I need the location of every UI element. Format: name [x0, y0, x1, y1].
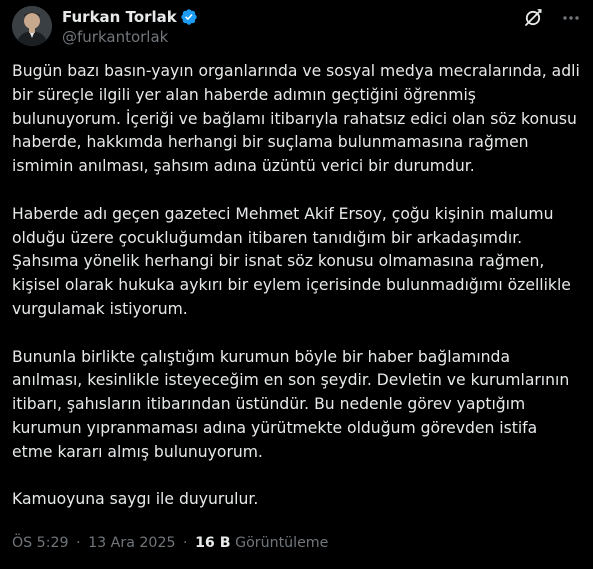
meta-separator: · — [76, 535, 81, 551]
views-label: Görüntüleme — [235, 535, 329, 551]
tweet-paragraph: Haberde adı geçen gazeteci Mehmet Akif E… — [12, 204, 571, 318]
tweet-time[interactable]: ÖS 5:29 — [12, 535, 69, 551]
more-options-icon[interactable] — [561, 8, 581, 28]
avatar[interactable] — [12, 6, 52, 46]
views-count[interactable]: 16 B — [195, 535, 231, 551]
tweet-meta: ÖS 5:29 · 13 Ara 2025 · 16 B Görüntüleme — [12, 535, 328, 551]
tweet-date[interactable]: 13 Ara 2025 — [88, 535, 175, 551]
display-name[interactable]: Furkan Torlak — [62, 8, 177, 26]
tweet-paragraph: Bununla birlikte çalıştığım kurumun böyl… — [12, 347, 570, 461]
verified-badge-icon[interactable] — [180, 8, 198, 26]
tweet-paragraph: Kamuoyuna saygı ile duyurulur. — [12, 490, 259, 509]
tweet-text: Bugün bazı basın-yayın organlarında ve s… — [12, 60, 582, 536]
meta-separator: · — [183, 535, 188, 551]
name-row: Furkan Torlak — [62, 7, 198, 27]
avatar-photo — [12, 6, 52, 46]
grok-icon[interactable] — [523, 8, 543, 28]
user-handle[interactable]: @furkantorlak — [62, 28, 198, 46]
tweet-header: Furkan Torlak @furkantorlak — [12, 6, 581, 50]
tweet: Furkan Torlak @furkantorlak Bugün bazı b… — [0, 0, 593, 569]
author-info: Furkan Torlak @furkantorlak — [62, 7, 198, 46]
tweet-actions — [505, 8, 581, 28]
tweet-paragraph: Bugün bazı basın-yayın organlarında ve s… — [12, 62, 580, 176]
